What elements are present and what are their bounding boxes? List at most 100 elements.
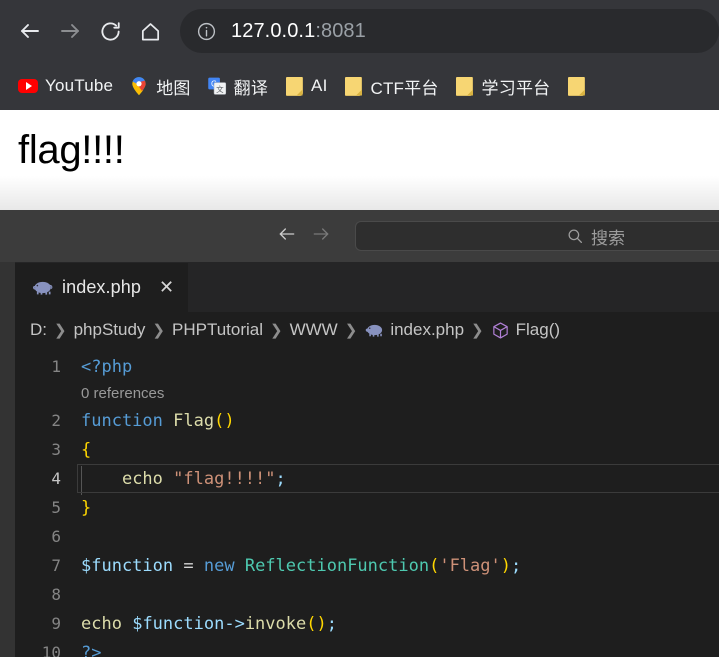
url-host: 127.0.0.1 [231,19,316,42]
breadcrumb: D: ❯ phpStudy ❯ PHPTutorial ❯ WWW ❯ inde… [15,312,719,348]
bookmark-folder-study[interactable]: 学习平台 [447,69,559,103]
bookmarks-bar: YouTube 地图 G 文 [0,62,719,110]
search-icon [566,227,584,245]
bookmark-folder-ai[interactable]: AI [276,69,335,103]
line-number: 7 [51,556,61,575]
code-line: 3 { [15,435,719,464]
line-number: 4 [51,469,61,488]
code-line: 9 echo $function->invoke(); [15,609,719,638]
folder-icon [566,76,586,96]
code-line: 6 [15,522,719,551]
page-bottom-shadow [0,176,719,210]
bookmark-label: YouTube [45,76,114,95]
breadcrumb-item-phptutorial[interactable]: PHPTutorial [172,320,263,340]
breadcrumb-item-www[interactable]: WWW [290,320,338,340]
code-line: 5 } [15,493,719,522]
back-button[interactable] [10,11,50,51]
browser-chrome: 127.0.0.1:8081 YouTube 地图 文 翻译 AI CTF平台 … [0,0,719,110]
code-line: 2 function Flag() [15,406,719,435]
code-line-text[interactable]: ?> [81,643,719,657]
bookmark-folder-overflow[interactable] [558,69,594,103]
bookmark-youtube[interactable]: YouTube [10,69,121,103]
code-line: 10 ?> [15,638,719,657]
line-number: 10 [41,643,61,657]
line-number: 8 [51,585,61,604]
codelens-label[interactable]: 0 references [81,385,164,402]
google-maps-pin-icon [129,76,149,96]
arrow-right-icon [311,224,331,249]
line-number: 3 [51,440,61,459]
code-line-text[interactable]: echo $function->invoke(); [81,614,719,634]
chevron-right-icon: ❯ [471,322,484,339]
bookmark-maps[interactable]: 地图 [121,69,198,103]
line-number: 9 [51,614,61,633]
bookmark-label: 翻译 [233,78,269,98]
activity-bar[interactable] [0,262,15,657]
home-icon [139,20,162,43]
code-line-text[interactable]: } [81,498,719,518]
bookmark-label: 地图 [156,78,191,98]
reload-icon [99,20,122,43]
code-line-text[interactable]: <?php [81,357,719,377]
vscode-window: 搜索 index.php ✕ D: ❯ phpStudy ❯ PHPTutori… [0,210,719,657]
bookmark-label: 学习平台 [481,78,551,98]
home-button[interactable] [130,11,170,51]
page-viewport: flag!!!! [0,110,719,210]
php-elephant-icon [364,323,384,337]
breadcrumb-item-phpstudy[interactable]: phpStudy [74,320,146,340]
vscode-back-button[interactable] [270,221,304,251]
vscode-forward-button[interactable] [304,221,338,251]
arrow-left-icon [18,19,42,43]
code-line-text[interactable]: function Flag() [81,411,719,431]
breadcrumb-item-symbol[interactable]: Flag() [516,320,560,340]
chevron-right-icon: ❯ [270,322,283,339]
line-number: 5 [51,498,61,517]
code-line-text[interactable]: { [81,440,719,460]
chevron-right-icon: ❯ [152,322,165,339]
symbol-method-cube-icon [491,321,510,340]
youtube-icon [18,76,38,96]
breadcrumb-item-drive[interactable]: D: [30,320,47,340]
address-bar[interactable]: 127.0.0.1:8081 [180,9,719,53]
page-heading: flag!!!! [18,128,125,172]
forward-button[interactable] [50,11,90,51]
code-line: 1 <?php [15,352,719,381]
chevron-right-icon: ❯ [54,322,67,339]
code-line: 7 $function = new ReflectionFunction('Fl… [15,551,719,580]
reload-button[interactable] [90,11,130,51]
line-number: 2 [51,411,61,430]
bookmark-label: CTF平台 [370,78,439,98]
editor-tab-index-php[interactable]: index.php ✕ [15,262,189,312]
vscode-search-input[interactable]: 搜索 [355,221,719,251]
browser-nav-bar: 127.0.0.1:8081 [0,0,719,62]
editor-tab-strip: index.php ✕ [15,262,719,312]
bookmark-folder-ctf[interactable]: CTF平台 [336,69,447,103]
code-line-active: 4 echo "flag!!!!"; [15,463,719,493]
info-circle-icon[interactable] [196,21,217,42]
url-port: :8081 [315,19,366,42]
code-line: 8 [15,580,719,609]
folder-icon [284,76,304,96]
vscode-title-bar: 搜索 [0,210,719,262]
address-bar-text: 127.0.0.1:8081 [231,20,366,43]
bookmark-translate[interactable]: G 文 翻译 [199,69,276,103]
arrow-right-icon [58,19,82,43]
breadcrumb-item-file[interactable]: index.php [390,320,464,340]
bookmark-label: AI [311,76,328,95]
google-translate-icon: G 文 [207,76,227,96]
code-line-text[interactable]: $function = new ReflectionFunction('Flag… [81,556,719,576]
chevron-right-icon: ❯ [344,322,358,339]
svg-text:文: 文 [216,84,224,94]
php-elephant-icon [31,280,53,295]
folder-icon [344,76,364,96]
line-number: 1 [51,357,61,376]
editor-group: index.php ✕ D: ❯ phpStudy ❯ PHPTutorial … [15,262,719,657]
close-icon[interactable]: ✕ [159,278,174,296]
editor-tab-label: index.php [62,276,141,297]
folder-icon [455,76,475,96]
vscode-search-placeholder: 搜索 [591,228,625,248]
code-editor[interactable]: 1 <?php 0 references 2 function Flag() 3… [15,348,719,657]
arrow-left-icon [277,224,297,249]
code-line-text[interactable]: echo "flag!!!!"; [77,463,719,493]
codelens-references[interactable]: 0 references [15,381,719,406]
